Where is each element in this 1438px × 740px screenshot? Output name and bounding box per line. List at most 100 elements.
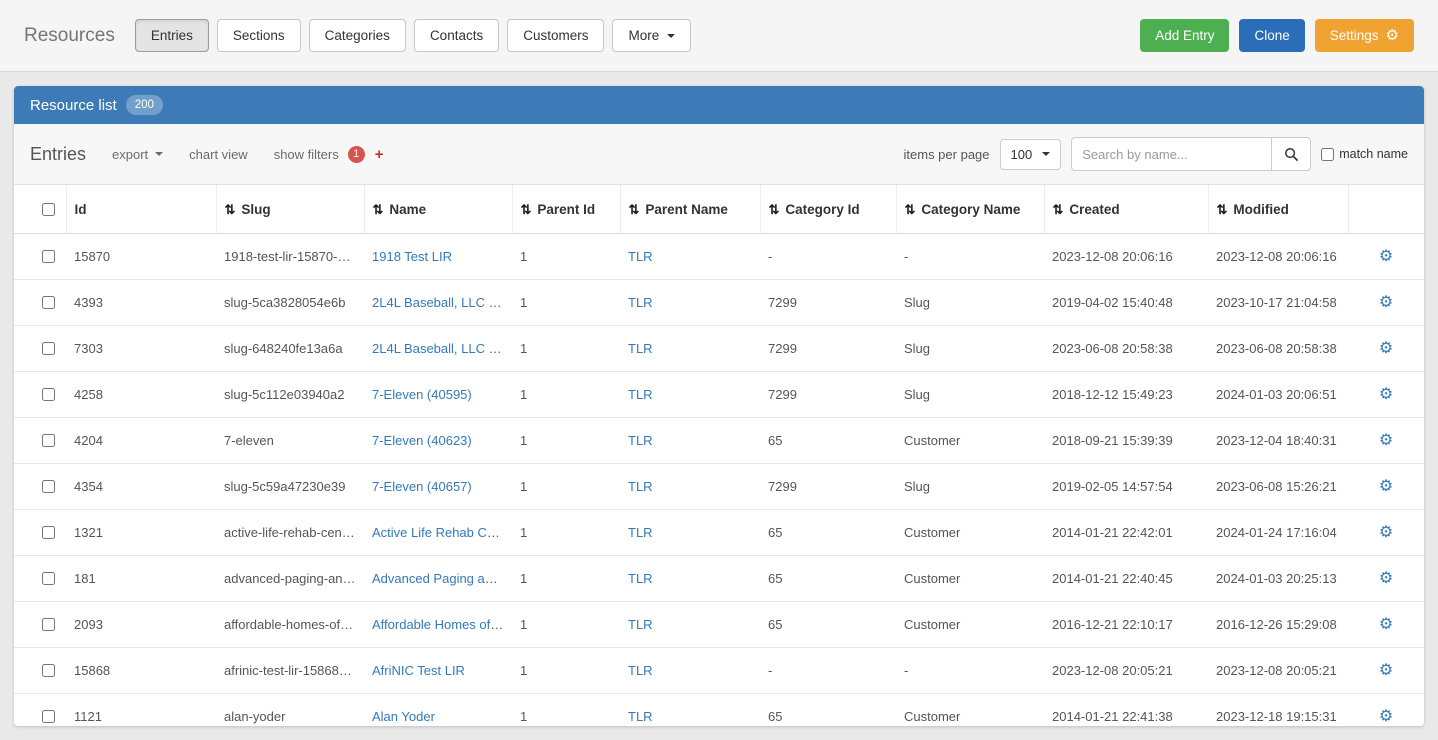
row-settings-gear-icon[interactable]: ⚙ bbox=[1379, 340, 1393, 357]
row-select-cell bbox=[14, 326, 66, 372]
row-settings-gear-icon[interactable]: ⚙ bbox=[1379, 524, 1393, 541]
column-header-modified[interactable]: ⇅Modified bbox=[1208, 185, 1348, 234]
tab-entries[interactable]: Entries bbox=[135, 19, 209, 52]
search-button[interactable] bbox=[1271, 137, 1311, 171]
tab-categories[interactable]: Categories bbox=[309, 19, 406, 52]
entries-heading: Entries bbox=[30, 144, 86, 165]
row-settings-gear-icon[interactable]: ⚙ bbox=[1379, 662, 1393, 679]
show-filters-link[interactable]: show filters 1 bbox=[274, 146, 365, 163]
name-link[interactable]: Affordable Homes of S... bbox=[372, 617, 512, 632]
parent-name-link[interactable]: TLR bbox=[628, 663, 653, 678]
row-actions-cell: ⚙ bbox=[1348, 280, 1424, 326]
export-dropdown[interactable]: export bbox=[112, 147, 163, 162]
cell-modified: 2024-01-24 17:16:04 bbox=[1208, 510, 1348, 556]
parent-name-link[interactable]: TLR bbox=[628, 479, 653, 494]
column-header-parent_id[interactable]: ⇅Parent Id bbox=[512, 185, 620, 234]
search-input[interactable] bbox=[1071, 137, 1271, 171]
row-checkbox[interactable] bbox=[42, 434, 55, 447]
row-checkbox[interactable] bbox=[42, 526, 55, 539]
row-checkbox[interactable] bbox=[42, 618, 55, 631]
name-link[interactable]: 2L4L Baseball, LLC U... bbox=[372, 295, 509, 310]
column-header-category_id[interactable]: ⇅Category Id bbox=[760, 185, 896, 234]
cell-parent-id: 1 bbox=[512, 556, 620, 602]
sort-icon: ⇅ bbox=[629, 202, 640, 217]
select-all-checkbox[interactable] bbox=[42, 203, 55, 216]
name-link[interactable]: 2L4L Baseball, LLC U... bbox=[372, 341, 509, 356]
column-header-slug[interactable]: ⇅Slug bbox=[216, 185, 364, 234]
row-settings-gear-icon[interactable]: ⚙ bbox=[1379, 616, 1393, 633]
tab-more[interactable]: More bbox=[612, 19, 691, 52]
parent-name-link[interactable]: TLR bbox=[628, 433, 653, 448]
cell-id: 1321 bbox=[66, 510, 216, 556]
cell-category-id: 7299 bbox=[760, 280, 896, 326]
tab-label: Entries bbox=[151, 28, 193, 43]
caret-down-icon bbox=[1042, 152, 1050, 156]
row-settings-gear-icon[interactable]: ⚙ bbox=[1379, 570, 1393, 587]
parent-name-link[interactable]: TLR bbox=[628, 249, 653, 264]
tab-contacts[interactable]: Contacts bbox=[414, 19, 499, 52]
name-link[interactable]: 7-Eleven (40623) bbox=[372, 433, 472, 448]
column-header-name[interactable]: ⇅Name bbox=[364, 185, 512, 234]
sort-icon: ⇅ bbox=[1053, 202, 1064, 217]
row-checkbox[interactable] bbox=[42, 664, 55, 677]
tab-customers[interactable]: Customers bbox=[507, 19, 604, 52]
search-icon bbox=[1284, 147, 1299, 162]
name-link[interactable]: 7-Eleven (40595) bbox=[372, 387, 472, 402]
row-settings-gear-icon[interactable]: ⚙ bbox=[1379, 432, 1393, 449]
tab-label: Sections bbox=[233, 28, 285, 43]
row-checkbox[interactable] bbox=[42, 572, 55, 585]
cell-category-id: - bbox=[760, 648, 896, 694]
chart-view-link[interactable]: chart view bbox=[189, 147, 248, 162]
match-name-checkbox[interactable] bbox=[1321, 148, 1334, 161]
sort-icon: ⇅ bbox=[1217, 202, 1228, 217]
cell-parent-name: TLR bbox=[620, 234, 760, 280]
name-link[interactable]: 7-Eleven (40657) bbox=[372, 479, 472, 494]
row-settings-gear-icon[interactable]: ⚙ bbox=[1379, 386, 1393, 403]
row-select-cell bbox=[14, 648, 66, 694]
select-all-header bbox=[14, 185, 66, 234]
column-header-parent_name[interactable]: ⇅Parent Name bbox=[620, 185, 760, 234]
items-per-page-select[interactable]: 100 bbox=[1000, 139, 1062, 170]
add-filter-button[interactable]: + bbox=[375, 146, 384, 163]
row-checkbox[interactable] bbox=[42, 342, 55, 355]
row-checkbox[interactable] bbox=[42, 480, 55, 493]
gear-icon: ⚙ bbox=[1386, 28, 1399, 43]
parent-name-link[interactable]: TLR bbox=[628, 709, 653, 724]
row-settings-gear-icon[interactable]: ⚙ bbox=[1379, 708, 1393, 725]
cell-parent-name: TLR bbox=[620, 464, 760, 510]
clone-button[interactable]: Clone bbox=[1239, 19, 1304, 52]
cell-name: AfriNIC Test LIR bbox=[364, 648, 512, 694]
row-settings-gear-icon[interactable]: ⚙ bbox=[1379, 478, 1393, 495]
parent-name-link[interactable]: TLR bbox=[628, 571, 653, 586]
row-checkbox[interactable] bbox=[42, 296, 55, 309]
cell-parent-id: 1 bbox=[512, 234, 620, 280]
row-select-cell bbox=[14, 418, 66, 464]
match-name-toggle[interactable]: match name bbox=[1321, 147, 1408, 161]
parent-name-link[interactable]: TLR bbox=[628, 295, 653, 310]
row-checkbox[interactable] bbox=[42, 710, 55, 723]
cell-created: 2019-04-02 15:40:48 bbox=[1044, 280, 1208, 326]
name-link[interactable]: Active Life Rehab Center bbox=[372, 525, 512, 540]
add-entry-button[interactable]: Add Entry bbox=[1140, 19, 1229, 52]
list-toolbar: Entries export chart view show filters 1… bbox=[14, 124, 1424, 185]
column-header-created[interactable]: ⇅ Created bbox=[1044, 185, 1208, 234]
parent-name-link[interactable]: TLR bbox=[628, 617, 653, 632]
parent-name-link[interactable]: TLR bbox=[628, 525, 653, 540]
cell-parent-id: 1 bbox=[512, 372, 620, 418]
row-checkbox[interactable] bbox=[42, 250, 55, 263]
tab-sections[interactable]: Sections bbox=[217, 19, 301, 52]
name-link[interactable]: 1918 Test LIR bbox=[372, 249, 452, 264]
name-link[interactable]: Advanced Paging and ... bbox=[372, 571, 512, 586]
row-settings-gear-icon[interactable]: ⚙ bbox=[1379, 294, 1393, 311]
name-link[interactable]: AfriNIC Test LIR bbox=[372, 663, 465, 678]
name-link[interactable]: Alan Yoder bbox=[372, 709, 435, 724]
column-label: Created bbox=[1069, 202, 1119, 217]
settings-button[interactable]: Settings ⚙ bbox=[1315, 19, 1414, 52]
cell-id: 2093 bbox=[66, 602, 216, 648]
parent-name-link[interactable]: TLR bbox=[628, 387, 653, 402]
tab-label: More bbox=[628, 28, 659, 43]
row-checkbox[interactable] bbox=[42, 388, 55, 401]
row-settings-gear-icon[interactable]: ⚙ bbox=[1379, 248, 1393, 265]
column-header-category_name[interactable]: ⇅Category Name bbox=[896, 185, 1044, 234]
parent-name-link[interactable]: TLR bbox=[628, 341, 653, 356]
